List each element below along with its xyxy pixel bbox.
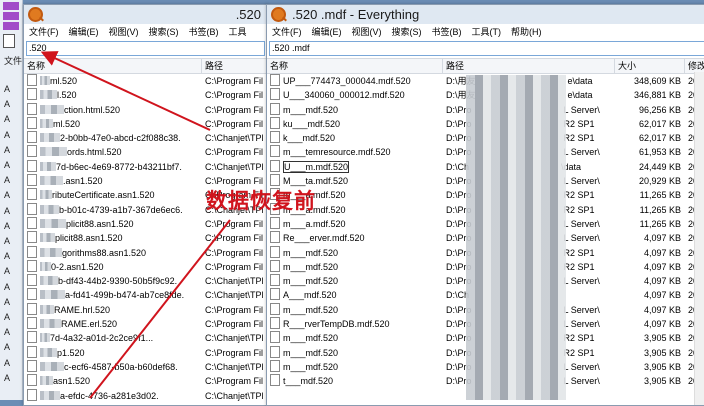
- arrow-to-search: [40, 51, 211, 131]
- arrow-to-files: [89, 219, 231, 399]
- annotation-label: 数据恢复前: [206, 189, 316, 213]
- annotation-arrows: [40, 51, 231, 399]
